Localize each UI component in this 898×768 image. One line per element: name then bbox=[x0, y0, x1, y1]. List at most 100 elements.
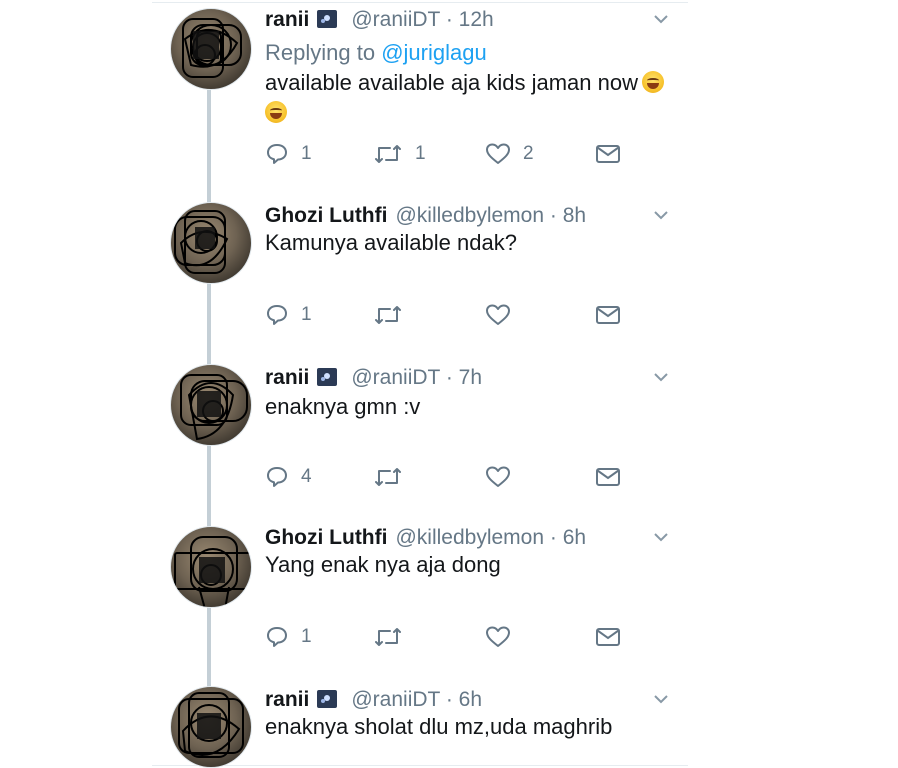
retweet-icon bbox=[375, 145, 401, 163]
tweet-body: available available aja kids jaman now bbox=[265, 70, 639, 95]
separator-dot: · bbox=[445, 366, 453, 389]
reply-button[interactable]: 1 bbox=[265, 622, 312, 652]
display-name[interactable]: ranii bbox=[265, 688, 309, 711]
tweet-text: Kamunya available ndak? bbox=[265, 230, 517, 255]
reply-count: 1 bbox=[301, 143, 312, 164]
like-button[interactable] bbox=[485, 622, 523, 652]
profile-badge-icon bbox=[317, 690, 338, 708]
tweet-actions: 1 bbox=[265, 622, 625, 652]
direct-message-button[interactable] bbox=[595, 300, 621, 330]
reply-icon bbox=[267, 467, 287, 487]
reply-icon bbox=[267, 305, 287, 325]
direct-message-button[interactable] bbox=[595, 139, 621, 169]
reply-count: 1 bbox=[301, 304, 312, 325]
timestamp[interactable]: 6h bbox=[459, 688, 482, 711]
retweet-icon bbox=[375, 468, 401, 486]
tweet[interactable]: Ghozi Luthfi @killedbylemon · 8h Kamunya … bbox=[152, 196, 688, 356]
separator-dot: · bbox=[445, 8, 453, 31]
grinning-sweat-emoji-icon bbox=[265, 101, 287, 123]
tweet-header: ranii @raniiDT · 12h bbox=[265, 6, 494, 34]
tweet-actions: 1 1 2 bbox=[265, 139, 625, 169]
tweet[interactable]: ranii @raniiDT · 6h enaknya sholat dlu mz… bbox=[152, 680, 688, 768]
reply-count: 4 bbox=[301, 466, 312, 487]
heart-icon bbox=[486, 466, 510, 487]
heart-icon bbox=[486, 143, 510, 164]
like-count: 2 bbox=[523, 143, 534, 164]
tweet[interactable]: ranii @raniiDT · 12h Replying to @jurigla… bbox=[152, 0, 688, 190]
reply-button[interactable]: 1 bbox=[265, 300, 312, 330]
like-button[interactable] bbox=[485, 462, 523, 492]
tweet-text: enaknya gmn :v bbox=[265, 394, 421, 419]
retweet-icon bbox=[375, 306, 401, 324]
display-name[interactable]: Ghozi Luthfi bbox=[265, 526, 387, 549]
chevron-down-icon[interactable] bbox=[654, 208, 668, 222]
retweet-button[interactable] bbox=[373, 622, 415, 652]
retweet-icon bbox=[375, 628, 401, 646]
mail-icon bbox=[596, 468, 620, 486]
avatar-scribble bbox=[182, 18, 242, 78]
display-name[interactable]: ranii bbox=[265, 8, 309, 31]
direct-message-button[interactable] bbox=[595, 462, 621, 492]
tweet-actions: 1 bbox=[265, 300, 625, 330]
retweet-button[interactable] bbox=[373, 300, 415, 330]
user-handle[interactable]: @killedbylemon bbox=[395, 204, 544, 227]
heart-icon bbox=[486, 626, 510, 647]
avatar-scribble bbox=[178, 692, 244, 758]
display-name[interactable]: ranii bbox=[265, 366, 309, 389]
separator-dot: · bbox=[445, 688, 453, 711]
avatar-scribble bbox=[174, 536, 251, 607]
tweet-header: Ghozi Luthfi @killedbylemon · 8h bbox=[265, 202, 586, 230]
chevron-down-icon[interactable] bbox=[654, 530, 668, 544]
like-button[interactable] bbox=[485, 300, 523, 330]
avatar[interactable] bbox=[170, 8, 252, 90]
separator-dot: · bbox=[549, 526, 557, 549]
avatar[interactable] bbox=[170, 526, 252, 608]
avatar[interactable] bbox=[170, 686, 252, 768]
user-handle[interactable]: @killedbylemon bbox=[395, 526, 544, 549]
mail-icon bbox=[596, 306, 620, 324]
mail-icon bbox=[596, 145, 620, 163]
profile-badge-icon bbox=[317, 368, 338, 386]
retweet-count: 1 bbox=[415, 143, 426, 164]
timestamp[interactable]: 12h bbox=[459, 8, 494, 31]
chevron-down-icon[interactable] bbox=[654, 692, 668, 706]
tweet-header: ranii @raniiDT · 6h bbox=[265, 686, 482, 714]
avatar[interactable] bbox=[170, 364, 252, 446]
tweet-header: ranii @raniiDT · 7h bbox=[265, 364, 482, 392]
reply-count: 1 bbox=[301, 626, 312, 647]
avatar-scribble bbox=[180, 374, 248, 441]
profile-badge-icon bbox=[317, 10, 338, 28]
timestamp[interactable]: 6h bbox=[563, 526, 586, 549]
retweet-button[interactable]: 1 bbox=[373, 139, 426, 169]
user-handle[interactable]: @raniiDT bbox=[351, 8, 440, 31]
timestamp[interactable]: 7h bbox=[459, 366, 482, 389]
tweet-text: Yang enak nya aja dong bbox=[265, 552, 501, 577]
tweet[interactable]: ranii @raniiDT · 7h enaknya gmn :v 4 bbox=[152, 358, 688, 518]
user-handle[interactable]: @raniiDT bbox=[351, 366, 440, 389]
avatar[interactable] bbox=[170, 202, 252, 284]
reply-icon bbox=[267, 144, 287, 164]
timestamp[interactable]: 8h bbox=[563, 204, 586, 227]
chevron-down-icon[interactable] bbox=[654, 370, 668, 384]
retweet-button[interactable] bbox=[373, 462, 415, 492]
tweet-text: enaknya sholat dlu mz,uda maghrib bbox=[265, 714, 613, 739]
like-button[interactable]: 2 bbox=[485, 139, 534, 169]
direct-message-button[interactable] bbox=[595, 622, 621, 652]
tweet[interactable]: Ghozi Luthfi @killedbylemon · 6h Yang ena… bbox=[152, 518, 688, 678]
heart-icon bbox=[486, 304, 510, 325]
chevron-down-icon[interactable] bbox=[654, 12, 668, 26]
user-handle[interactable]: @raniiDT bbox=[351, 688, 440, 711]
display-name[interactable]: Ghozi Luthfi bbox=[265, 204, 387, 227]
separator-dot: · bbox=[549, 204, 557, 227]
grinning-sweat-emoji-icon bbox=[642, 71, 665, 93]
reply-button[interactable]: 4 bbox=[265, 462, 312, 492]
reply-button[interactable]: 1 bbox=[265, 139, 312, 169]
tweet-text: available available aja kids jaman now bbox=[265, 68, 685, 128]
tweet-header: Ghozi Luthfi @killedbylemon · 6h bbox=[265, 524, 586, 552]
replying-label: Replying to bbox=[265, 40, 376, 65]
reply-icon bbox=[267, 627, 287, 647]
replying-to-link[interactable]: @juriglagu bbox=[381, 40, 487, 65]
avatar-scribble bbox=[174, 210, 229, 274]
mail-icon bbox=[596, 628, 620, 646]
tweet-actions: 4 bbox=[265, 462, 625, 492]
